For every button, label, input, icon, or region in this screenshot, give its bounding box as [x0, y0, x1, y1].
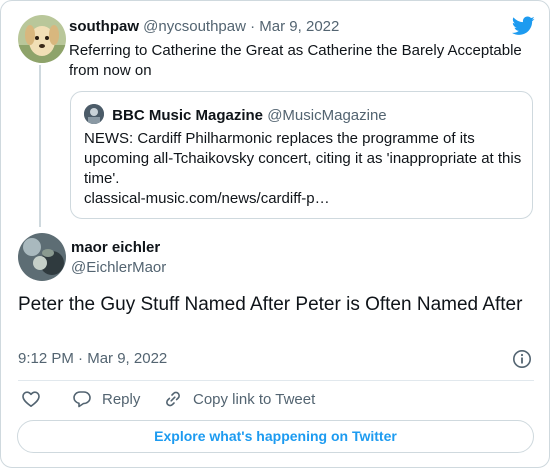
link-icon [166, 391, 180, 407]
tweet-time: 9:12 PM [18, 350, 74, 367]
main-tweet-text: Peter the Guy Stuff Named After Peter is… [18, 294, 523, 315]
reply-author-handle[interactable]: @nycsouthpaw [143, 18, 246, 35]
explore-twitter-button[interactable]: Explore what's happening on Twitter [17, 420, 534, 453]
reply-date[interactable]: Mar 9, 2022 [259, 18, 339, 35]
twitter-bird-icon[interactable] [512, 16, 535, 36]
southpaw-avatar[interactable] [18, 15, 66, 63]
like-button[interactable] [21, 389, 41, 409]
reply-header: southpaw @nycsouthpaw · Mar 9, 2022 [69, 18, 339, 36]
tweet-date: Mar 9, 2022 [87, 350, 168, 367]
quoted-tweet[interactable]: BBC Music Magazine @MusicMagazine NEWS: … [70, 91, 533, 219]
heart-icon [22, 391, 40, 407]
thread-connector-line [39, 65, 41, 227]
copy-link-button[interactable]: Copy link to Tweet [163, 389, 315, 409]
reply-text: Referring to Catherine the Great as Cath… [69, 42, 522, 79]
actions-divider [18, 380, 534, 381]
tweet-embed-card: southpaw @nycsouthpaw · Mar 9, 2022 Refe… [0, 0, 550, 468]
bbc-music-avatar [84, 104, 104, 124]
quoted-body: NEWS: Cardiff Philharmonic replaces the … [84, 130, 522, 187]
timestamp-separator: · [78, 350, 84, 367]
reply-button[interactable]: Reply [72, 389, 140, 409]
main-author-handle[interactable]: @EichlerMaor [71, 259, 166, 277]
main-author-name[interactable]: maor eichler [71, 239, 160, 257]
quoted-header: BBC Music Magazine @MusicMagazine [84, 104, 387, 126]
quoted-text: NEWS: Cardiff Philharmonic replaces the … [84, 129, 524, 209]
reply-bubble-icon [73, 391, 91, 408]
tweet-timestamp[interactable]: 9:12 PM · Mar 9, 2022 [18, 350, 167, 368]
copy-link-label: Copy link to Tweet [193, 390, 316, 408]
quoted-author-handle: @MusicMagazine [267, 107, 387, 124]
reply-author-name[interactable]: southpaw [69, 18, 139, 35]
header-separator: · [250, 18, 256, 35]
quoted-author-name: BBC Music Magazine [112, 107, 264, 124]
reply-label: Reply [102, 390, 141, 408]
info-icon[interactable] [512, 349, 532, 369]
maor-eichler-avatar[interactable] [18, 233, 66, 281]
quoted-link[interactable]: classical-music.com/news/cardiff-p… [84, 189, 524, 209]
